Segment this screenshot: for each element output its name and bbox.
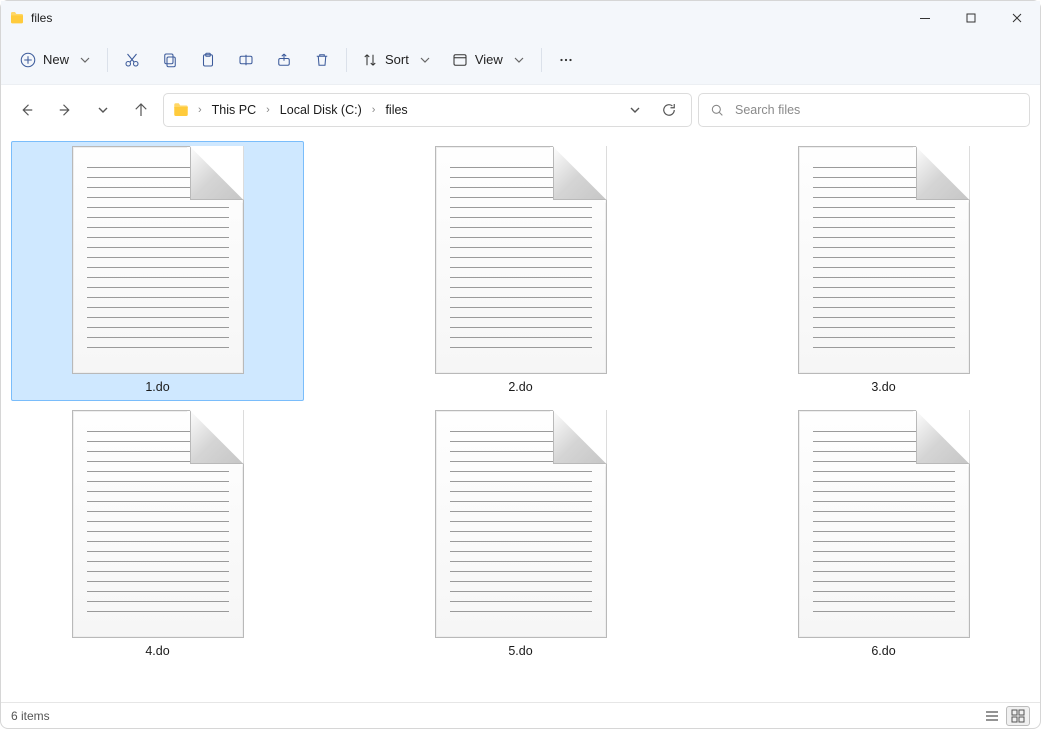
- copy-icon: [161, 51, 179, 69]
- arrow-up-icon: [132, 101, 150, 119]
- plus-circle-icon: [19, 51, 37, 69]
- rename-button[interactable]: [228, 44, 264, 76]
- folder-icon: [172, 101, 190, 119]
- arrow-right-icon: [56, 101, 74, 119]
- search-input[interactable]: [733, 102, 1019, 118]
- refresh-icon: [660, 101, 678, 119]
- file-item[interactable]: 1.do: [11, 141, 304, 401]
- grid-icon: [1010, 708, 1026, 724]
- cut-icon: [123, 51, 141, 69]
- copy-button[interactable]: [152, 44, 188, 76]
- arrow-left-icon: [18, 101, 36, 119]
- view-button-label: View: [475, 52, 503, 67]
- new-button-label: New: [43, 52, 69, 67]
- search-icon: [709, 102, 725, 118]
- file-item[interactable]: 4.do: [11, 405, 304, 665]
- breadcrumb-segment[interactable]: This PC: [208, 101, 260, 119]
- separator: [346, 48, 347, 72]
- folder-icon: [9, 10, 25, 26]
- address-row: › This PC › Local Disk (C:) › files: [1, 85, 1040, 135]
- search-box[interactable]: [698, 93, 1030, 127]
- delete-button[interactable]: [304, 44, 340, 76]
- paste-icon: [199, 51, 217, 69]
- maximize-icon: [963, 10, 979, 26]
- breadcrumb-segment[interactable]: files: [381, 101, 411, 119]
- chevron-down-icon: [627, 102, 643, 118]
- chevron-down-icon: [95, 102, 111, 118]
- file-name: 1.do: [145, 380, 169, 394]
- toolbar: New: [1, 35, 1040, 85]
- trash-icon: [313, 51, 331, 69]
- document-icon: [798, 146, 970, 374]
- status-text: 6 items: [11, 709, 50, 723]
- details-view-button[interactable]: [980, 706, 1004, 726]
- file-name: 2.do: [508, 380, 532, 394]
- file-item[interactable]: 3.do: [737, 141, 1030, 401]
- breadcrumb[interactable]: › This PC › Local Disk (C:) › files: [163, 93, 692, 127]
- document-icon: [72, 410, 244, 638]
- share-button[interactable]: [266, 44, 302, 76]
- file-name: 6.do: [871, 644, 895, 658]
- file-name: 4.do: [145, 644, 169, 658]
- minimize-button[interactable]: [902, 1, 948, 35]
- sort-icon: [361, 51, 379, 69]
- window-title: files: [31, 11, 52, 25]
- file-item[interactable]: 2.do: [374, 141, 667, 401]
- document-icon: [798, 410, 970, 638]
- separator: [541, 48, 542, 72]
- titlebar: files: [1, 1, 1040, 35]
- chevron-down-icon: [417, 52, 433, 68]
- recent-dropdown[interactable]: [87, 94, 119, 126]
- file-view[interactable]: 1.do 2.do 3.do 4.do 5.do: [1, 135, 1040, 702]
- rename-icon: [237, 51, 255, 69]
- file-item[interactable]: 5.do: [374, 405, 667, 665]
- refresh-button[interactable]: [655, 96, 683, 124]
- view-button[interactable]: View: [443, 44, 535, 76]
- back-button[interactable]: [11, 94, 43, 126]
- new-button[interactable]: New: [11, 44, 101, 76]
- view-icon: [451, 51, 469, 69]
- document-icon: [435, 146, 607, 374]
- file-name: 5.do: [508, 644, 532, 658]
- minimize-icon: [917, 10, 933, 26]
- ellipsis-icon: [557, 51, 575, 69]
- maximize-button[interactable]: [948, 1, 994, 35]
- separator: [107, 48, 108, 72]
- share-icon: [275, 51, 293, 69]
- document-icon: [435, 410, 607, 638]
- close-icon: [1009, 10, 1025, 26]
- list-icon: [984, 708, 1000, 724]
- chevron-right-icon: ›: [370, 104, 378, 116]
- chevron-down-icon: [77, 52, 93, 68]
- paste-button[interactable]: [190, 44, 226, 76]
- chevron-down-icon: [511, 52, 527, 68]
- close-button[interactable]: [994, 1, 1040, 35]
- cut-button[interactable]: [114, 44, 150, 76]
- chevron-right-icon: ›: [196, 104, 204, 116]
- forward-button[interactable]: [49, 94, 81, 126]
- more-button[interactable]: [548, 44, 584, 76]
- up-button[interactable]: [125, 94, 157, 126]
- breadcrumb-history-button[interactable]: [621, 96, 649, 124]
- chevron-right-icon: ›: [264, 104, 272, 116]
- thumbnails-view-button[interactable]: [1006, 706, 1030, 726]
- file-name: 3.do: [871, 380, 895, 394]
- status-bar: 6 items: [1, 702, 1040, 728]
- breadcrumb-segment[interactable]: Local Disk (C:): [276, 101, 366, 119]
- sort-button-label: Sort: [385, 52, 409, 67]
- sort-button[interactable]: Sort: [353, 44, 441, 76]
- document-icon: [72, 146, 244, 374]
- file-item[interactable]: 6.do: [737, 405, 1030, 665]
